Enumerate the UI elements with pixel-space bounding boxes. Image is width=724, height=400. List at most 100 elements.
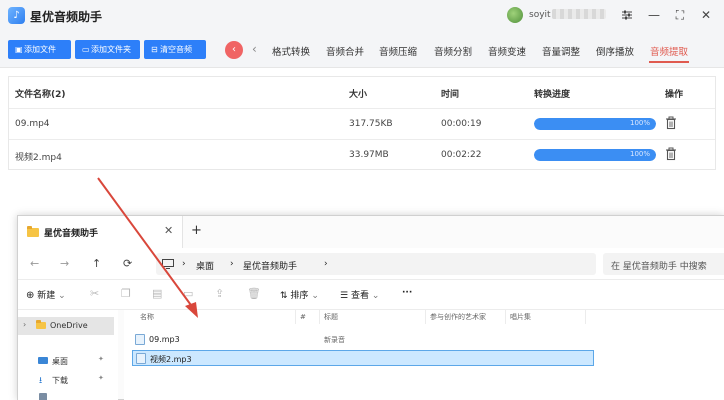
address-bar[interactable]: › 桌面 › 星优音频助手 ›	[156, 253, 596, 275]
audio-file-icon	[135, 334, 145, 345]
column-header-action: 操作	[665, 90, 684, 100]
sliders-icon	[622, 10, 632, 20]
explorer-sidebar: › OneDrive 桌面 ✦ ⭳ 下载 ✦	[18, 310, 118, 400]
breadcrumb-separator: ›	[182, 259, 186, 269]
explorer-file-list: 名称 # 标题 参与创作的艺术家 唱片集 09.mp3 新录音 视频2.mp3	[124, 310, 724, 400]
sidebar-item-documents[interactable]	[18, 390, 114, 400]
tab-audio-compress[interactable]: 音频压缩	[379, 44, 417, 58]
explorer-tab-title: 星优音频助手	[44, 229, 99, 239]
explorer-tab[interactable]: 星优音频助手 ✕	[18, 216, 183, 248]
minimize-button[interactable]: —	[645, 6, 663, 24]
tab-audio-extract[interactable]: 音频提取	[650, 44, 688, 58]
refresh-icon[interactable]: ⟳	[123, 257, 132, 270]
pin-icon: ✦	[98, 355, 104, 363]
download-icon: ⭳	[39, 376, 43, 386]
progress-label: 100%	[629, 119, 650, 127]
settings-button[interactable]	[618, 6, 636, 24]
file-size: 33.97MB	[349, 150, 389, 160]
new-button[interactable]: ⊕ 新建 ⌄	[26, 288, 66, 301]
progress-bar: 100%	[534, 149, 656, 161]
sidebar-item-desktop[interactable]: 桌面 ✦	[18, 352, 114, 370]
tab-audio-speed[interactable]: 音频变速	[488, 44, 526, 58]
sidebar-item-label: 桌面	[52, 357, 68, 366]
new-tab-button[interactable]: +	[191, 223, 202, 238]
breadcrumb-separator: ›	[230, 259, 234, 269]
up-arrow-icon[interactable]: ↑	[92, 257, 101, 270]
file-add-icon: ▣	[15, 45, 23, 54]
column-header-album[interactable]: 唱片集	[506, 310, 586, 324]
paste-icon[interactable]: ▤	[152, 287, 162, 300]
trash-icon[interactable]	[665, 116, 677, 130]
column-header-title[interactable]: 标题	[320, 310, 426, 324]
column-header-time: 时间	[441, 90, 460, 100]
tab-format-convert[interactable]: 格式转换	[272, 44, 310, 58]
add-folder-button[interactable]: ▭添加文件夹	[75, 40, 140, 59]
file-title: 新录音	[324, 336, 345, 344]
maximize-button[interactable]: ⛶	[671, 6, 689, 24]
file-table: 文件名称(2) 大小 时间 转换进度 操作 09.mp4 317.75KB 00…	[8, 76, 716, 170]
column-header-name[interactable]: 名称	[136, 310, 296, 324]
file-name: 视频2.mp3	[150, 355, 192, 364]
tab-audio-split[interactable]: 音频分割	[434, 44, 472, 58]
folder-add-icon: ▭	[82, 45, 90, 54]
explorer-command-bar: ⊕ 新建 ⌄ ✂ ❐ ▤ ▭ ⇪ 🗑 ⇅ 排序 ⌄ ☰ 查看 ⌄ ···	[18, 280, 724, 310]
active-tab-underline	[649, 61, 689, 63]
desktop-icon	[38, 357, 48, 364]
trash-icon[interactable]	[665, 147, 677, 161]
tab-reverse-play[interactable]: 倒序播放	[596, 44, 634, 58]
file-time: 00:02:22	[441, 150, 482, 160]
cut-icon[interactable]: ✂	[90, 287, 99, 300]
monitor-icon	[162, 259, 174, 269]
table-row[interactable]: 09.mp4 317.75KB 00:00:19 100%	[9, 108, 715, 139]
sidebar-item-onedrive[interactable]: › OneDrive	[18, 317, 114, 335]
redacted-user-info	[552, 9, 606, 19]
sidebar-item-label: 下载	[52, 376, 68, 385]
column-header-artist[interactable]: 参与创作的艺术家	[426, 310, 506, 324]
file-explorer-window: 星优音频助手 ✕ + ← → ↑ ⟳ › 桌面 › 星优音频助手 › 在 星优音…	[17, 215, 724, 400]
collapse-toolbar-button[interactable]: ‹	[225, 41, 243, 59]
breadcrumb-folder[interactable]: 星优音频助手	[243, 259, 297, 272]
table-row[interactable]: 视频2.mp4 33.97MB 00:02:22 100%	[9, 139, 715, 170]
search-input[interactable]: 在 星优音频助手 中搜索	[603, 253, 724, 275]
close-button[interactable]: ✕	[697, 6, 715, 24]
tabs-prev-arrow-icon[interactable]: ‹	[252, 42, 257, 56]
share-icon[interactable]: ⇪	[215, 287, 224, 300]
tab-volume-adjust[interactable]: 音量调整	[542, 44, 580, 58]
breadcrumb-desktop[interactable]: 桌面	[196, 259, 214, 272]
copy-icon[interactable]: ❐	[121, 287, 131, 300]
column-header-number[interactable]: #	[296, 310, 320, 324]
search-placeholder: 在 星优音频助手 中搜索	[611, 262, 707, 272]
app-titlebar: ♪ 星优音频助手 soyit — ⛶ ✕	[0, 0, 724, 32]
list-item[interactable]: 视频2.mp3	[132, 350, 594, 366]
file-time: 00:00:19	[441, 119, 482, 129]
list-item[interactable]: 09.mp3 新录音	[132, 332, 594, 348]
file-name: 视频2.mp4	[15, 153, 62, 163]
folder-icon	[27, 226, 39, 237]
plus-circle-icon: ⊕	[26, 290, 35, 301]
column-header-size: 大小	[349, 90, 368, 100]
sidebar-item-label: OneDrive	[50, 321, 88, 330]
view-button[interactable]: ☰ 查看 ⌄	[340, 288, 379, 301]
pin-icon: ✦	[98, 374, 104, 382]
progress-label: 100%	[629, 150, 650, 158]
app-title: 星优音频助手	[30, 10, 103, 24]
sort-button[interactable]: ⇅ 排序 ⌄	[280, 288, 319, 301]
more-options-button[interactable]: ···	[402, 288, 412, 298]
document-icon	[39, 393, 47, 400]
clear-audio-button[interactable]: ⊟ 清空音频	[144, 40, 206, 59]
sidebar-item-downloads[interactable]: ⭳ 下载 ✦	[18, 371, 114, 389]
breadcrumb-expand-icon[interactable]: ›	[324, 259, 328, 269]
back-arrow-icon[interactable]: ←	[30, 257, 39, 270]
tab-audio-merge[interactable]: 音频合并	[326, 44, 364, 58]
explorer-navigation-bar: ← → ↑ ⟳ › 桌面 › 星优音频助手 › 在 星优音频助手 中搜索	[18, 248, 724, 280]
rename-icon[interactable]: ▭	[183, 287, 193, 300]
user-avatar[interactable]	[507, 7, 523, 23]
progress-bar: 100%	[534, 118, 656, 130]
expand-chevron-icon: ›	[23, 320, 27, 329]
delete-icon[interactable]: 🗑	[247, 287, 261, 300]
column-header-progress: 转换进度	[534, 90, 571, 100]
add-file-button[interactable]: ▣添加文件	[8, 40, 71, 59]
tab-close-icon[interactable]: ✕	[164, 224, 173, 237]
forward-arrow-icon[interactable]: →	[60, 257, 69, 270]
username-label[interactable]: soyit	[529, 10, 551, 20]
